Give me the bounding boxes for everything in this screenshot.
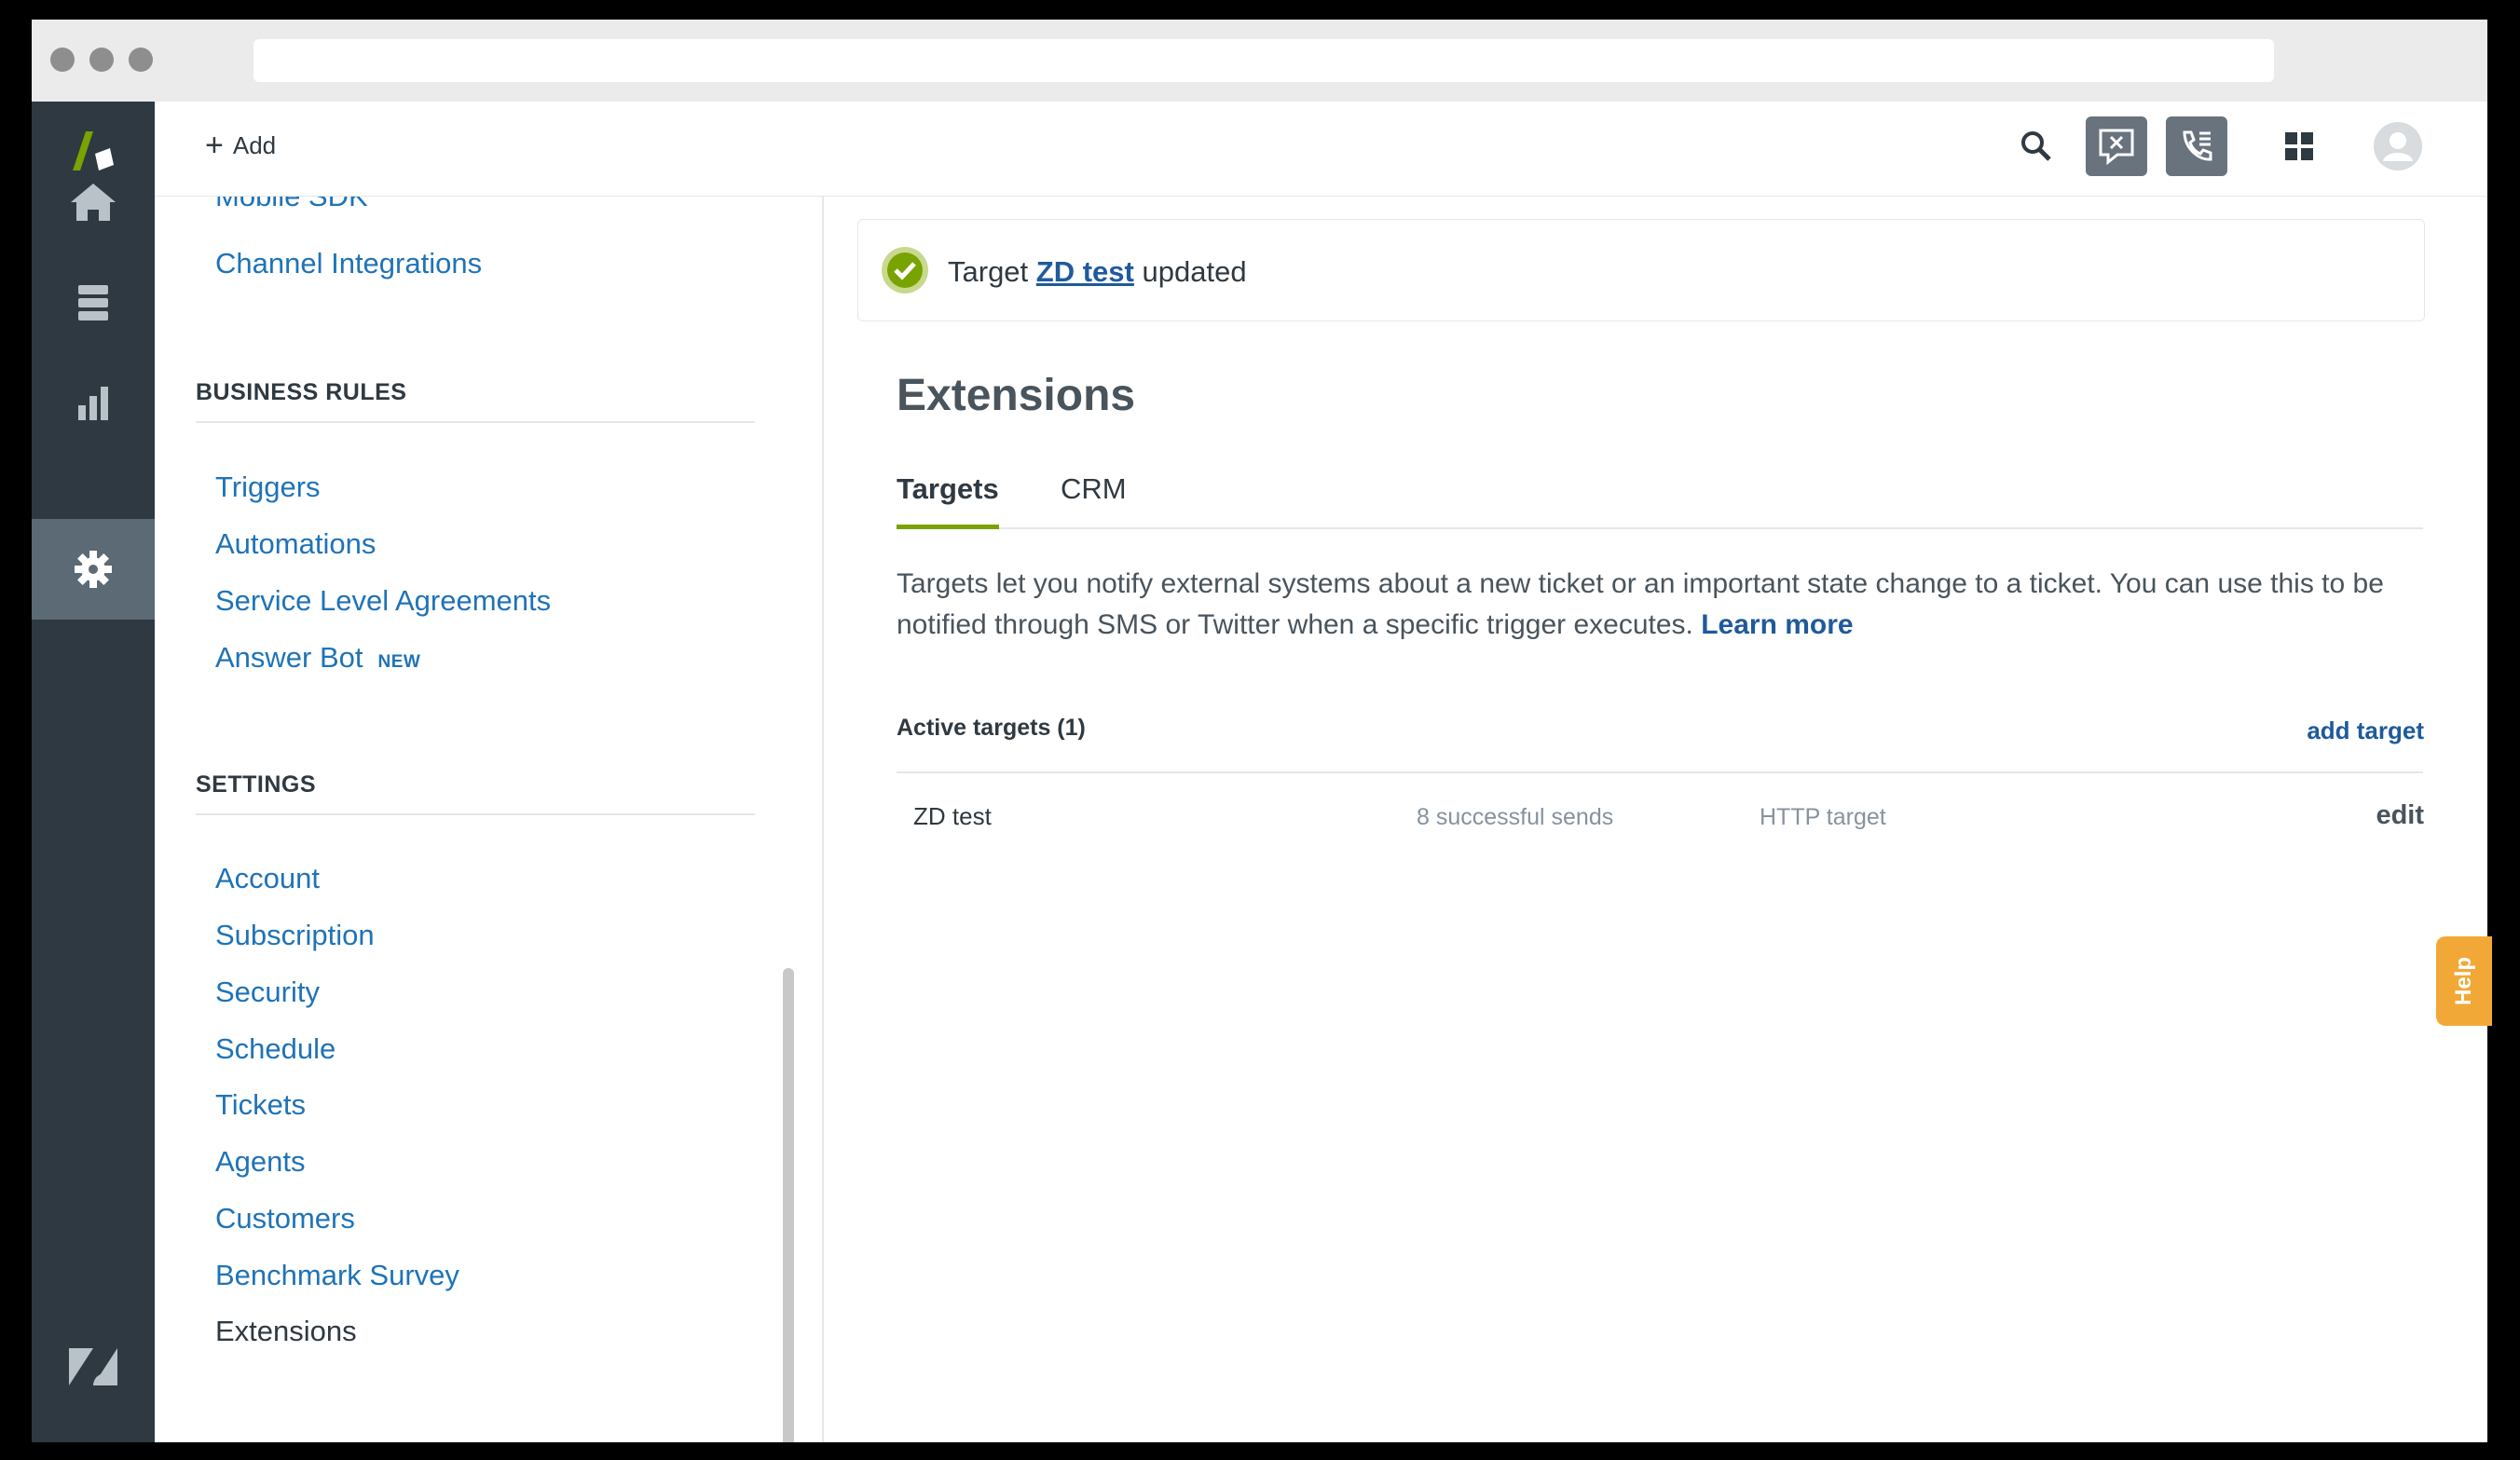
add-target-link[interactable]: add target [2307, 716, 2424, 745]
notification-text: Target ZD test updated [948, 255, 1247, 289]
notification-suffix: updated [1142, 255, 1247, 288]
views-icon [78, 285, 108, 321]
sidebar-item-account[interactable]: Account [215, 862, 320, 895]
sidebar-scrollbar[interactable] [783, 968, 794, 1442]
sidebar-item-subscription[interactable]: Subscription [215, 919, 375, 952]
add-button[interactable]: + Add [205, 130, 276, 161]
browser-titlebar [32, 20, 2487, 102]
bar-chart-icon [78, 387, 108, 420]
zendesk-z-icon [69, 1348, 117, 1385]
sidebar-item-customers[interactable]: Customers [215, 1202, 355, 1235]
divider [897, 771, 2423, 773]
zendesk-brand-logo [32, 1317, 155, 1417]
apps-button[interactable] [2268, 116, 2330, 176]
success-notification: Target ZD test updated [857, 219, 2425, 321]
active-targets-heading: Active targets (1) [897, 715, 1086, 741]
target-link[interactable]: ZD test [1036, 255, 1134, 288]
browser-window: + Add Channel Integrations BUSINESS RULE… [32, 20, 2487, 1442]
plus-icon: + [205, 128, 224, 163]
sidebar-item-triggers[interactable]: Triggers [215, 471, 321, 504]
user-avatar-button[interactable] [2367, 116, 2429, 176]
home-icon [71, 184, 116, 221]
chat-icon [2099, 129, 2134, 166]
product-nav [32, 102, 155, 1442]
address-bar[interactable] [253, 39, 2274, 82]
tabs-divider [897, 527, 2423, 529]
sidebar-item-automations[interactable]: Automations [215, 527, 376, 561]
sidebar-item-tickets[interactable]: Tickets [215, 1088, 306, 1122]
add-label: Add [232, 130, 277, 159]
sidebar-item-channel-integrations[interactable]: Channel Integrations [215, 247, 482, 280]
sidebar-item-security[interactable]: Security [215, 976, 320, 1009]
top-bar: + Add [155, 102, 2487, 197]
learn-more-link[interactable]: Learn more [1701, 609, 1853, 640]
description-text: Targets let you notify external systems … [897, 568, 2384, 640]
phone-icon [2183, 130, 2212, 161]
help-label: Help [2450, 956, 2476, 1006]
active-tab-indicator [897, 525, 999, 529]
maximize-window-button[interactable] [129, 48, 153, 72]
admin-sidebar: Mobile SDK Channel Integrations BUSINESS… [155, 197, 823, 1442]
sidebar-item-mobile-sdk[interactable]: Mobile SDK [215, 197, 368, 213]
grid-icon [2285, 132, 2313, 160]
settings-heading: SETTINGS [196, 771, 317, 798]
avatar-icon [2374, 122, 2422, 171]
sidebar-item-label: Answer Bot [215, 641, 363, 674]
targets-description: Targets let you notify external systems … [897, 564, 2388, 646]
search-button[interactable] [2006, 116, 2067, 176]
page-title: Extensions [897, 371, 1136, 420]
divider [196, 813, 755, 815]
search-icon [2021, 131, 2051, 161]
talk-button[interactable] [2166, 116, 2227, 176]
new-badge: NEW [377, 652, 421, 672]
main-content: Target ZD test updated Extensions Target… [824, 197, 2487, 1442]
gear-icon [75, 551, 112, 588]
nav-home[interactable] [32, 152, 155, 252]
tab-targets[interactable]: Targets [897, 472, 999, 506]
sidebar-item-schedule[interactable]: Schedule [215, 1032, 336, 1066]
chat-button[interactable] [2086, 116, 2147, 176]
tab-crm[interactable]: CRM [1061, 472, 1127, 506]
nav-admin[interactable] [32, 519, 155, 620]
minimize-window-button[interactable] [89, 48, 114, 72]
close-window-button[interactable] [50, 48, 75, 72]
target-type: HTTP target [1760, 804, 1886, 830]
edit-target-link[interactable]: edit [2376, 800, 2424, 831]
sidebar-item-answer-bot[interactable]: Answer Bot NEW [215, 641, 420, 675]
sidebar-item-benchmark-survey[interactable]: Benchmark Survey [215, 1259, 459, 1292]
nav-reporting[interactable] [32, 353, 155, 454]
sidebar-item-extensions[interactable]: Extensions [215, 1315, 357, 1348]
target-name[interactable]: ZD test [913, 802, 992, 831]
nav-views[interactable] [32, 252, 155, 353]
target-sends: 8 successful sends [1417, 804, 1614, 830]
sidebar-item-agents[interactable]: Agents [215, 1145, 306, 1179]
business-rules-heading: BUSINESS RULES [196, 379, 407, 405]
check-circle-icon [882, 247, 928, 293]
sidebar-item-sla[interactable]: Service Level Agreements [215, 584, 551, 618]
divider [196, 421, 755, 423]
notification-prefix: Target [948, 255, 1029, 288]
help-button[interactable]: Help [2436, 936, 2492, 1026]
